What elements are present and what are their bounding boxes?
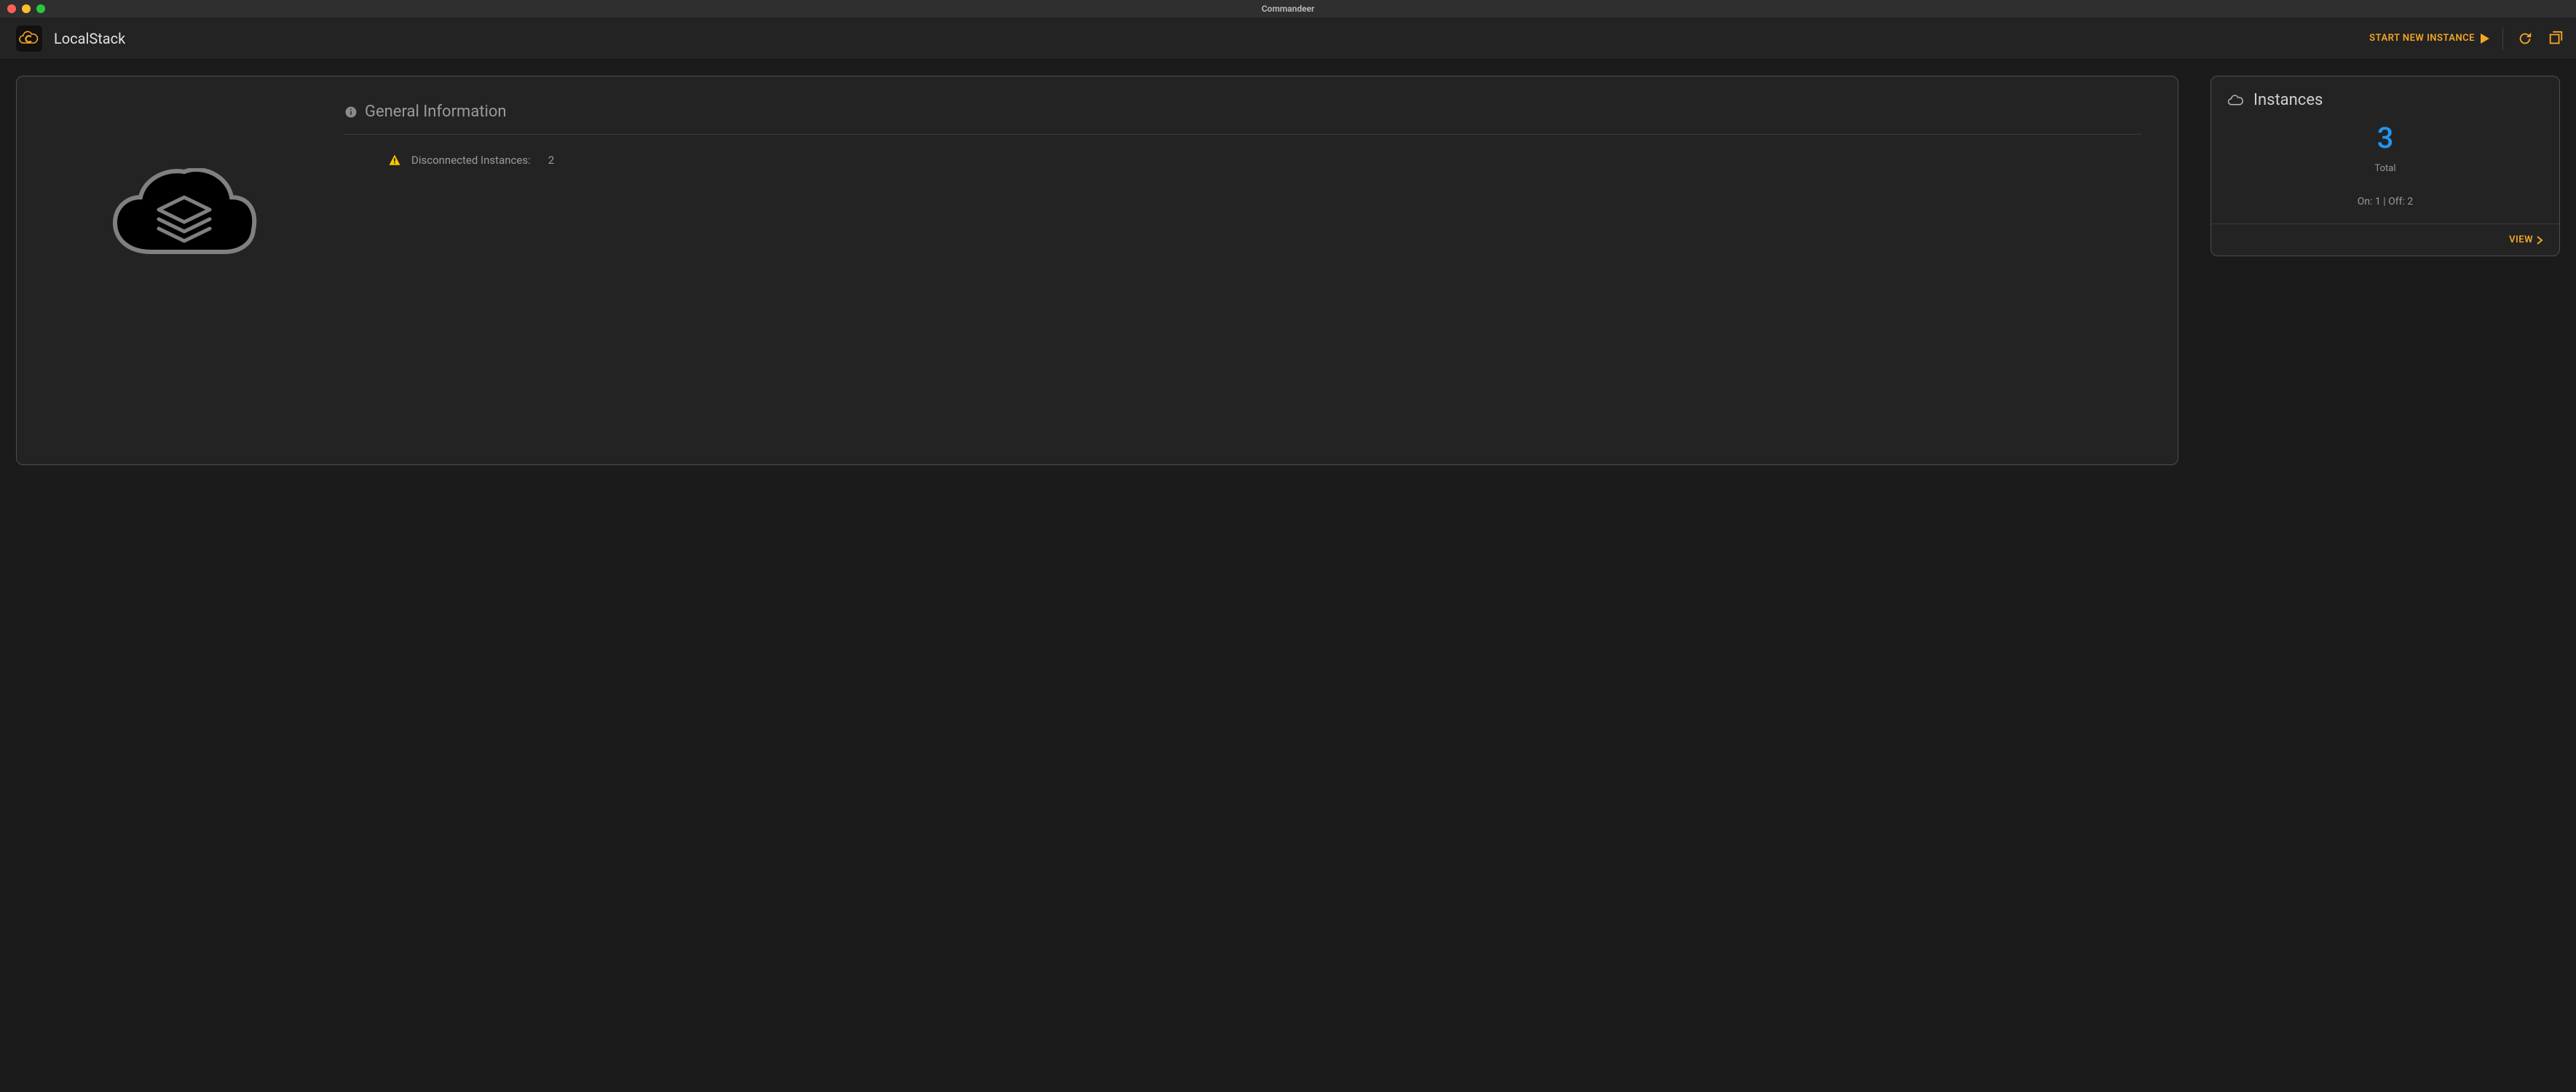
- header-right: START NEW INSTANCE: [2369, 28, 2564, 50]
- instances-view-button[interactable]: VIEW: [2509, 234, 2543, 245]
- maximize-window-button[interactable]: [36, 4, 45, 13]
- instances-panel-body: 3 Total On: 1 | Off: 2: [2211, 109, 2559, 223]
- disconnected-instances-label: Disconnected Instances:: [411, 154, 531, 167]
- window-title: Commandeer: [1262, 4, 1315, 14]
- start-new-instance-button[interactable]: START NEW INSTANCE: [2369, 33, 2489, 44]
- general-information-header: General Information: [344, 103, 2141, 135]
- cloud-stack-icon: [108, 168, 261, 263]
- app-root: Commandeer LocalStack START NEW INSTANCE: [0, 0, 2576, 1092]
- cloud-icon: [2227, 94, 2245, 107]
- play-icon: [2481, 33, 2489, 44]
- general-information-title: General Information: [365, 103, 507, 121]
- instances-status-line: On: 1 | Off: 2: [2227, 196, 2543, 207]
- app-header: LocalStack START NEW INSTANCE: [0, 17, 2576, 60]
- disconnected-instances-row: Disconnected Instances: 2: [344, 135, 2141, 167]
- header-left: LocalStack: [16, 25, 125, 52]
- instances-panel-title: Instances: [2253, 91, 2323, 109]
- instances-panel-footer: VIEW: [2211, 223, 2559, 256]
- library-icon: [2548, 31, 2564, 47]
- minimize-window-button[interactable]: [22, 4, 31, 13]
- page-title: LocalStack: [54, 30, 125, 47]
- service-illustration: [39, 95, 330, 446]
- window-controls: [7, 4, 45, 13]
- library-button[interactable]: [2547, 30, 2564, 47]
- close-window-button[interactable]: [7, 4, 16, 13]
- instances-view-label: VIEW: [2509, 234, 2533, 245]
- warning-icon: [388, 154, 401, 167]
- disconnected-instances-value: 2: [548, 154, 554, 167]
- start-new-instance-label: START NEW INSTANCE: [2369, 33, 2475, 44]
- info-icon: [344, 106, 357, 119]
- instances-total-value: 3: [2227, 124, 2543, 153]
- instances-panel-header: Instances: [2211, 76, 2559, 109]
- refresh-icon: [2517, 31, 2533, 47]
- app-logo-icon: [16, 25, 42, 52]
- refresh-button[interactable]: [2516, 30, 2534, 47]
- general-information-panel: General Information Disconnected Instanc…: [16, 76, 2178, 465]
- content-area: General Information Disconnected Instanc…: [0, 60, 2576, 1092]
- toolbar-separator: [2502, 28, 2503, 50]
- general-information-body: General Information Disconnected Instanc…: [330, 95, 2156, 446]
- chevron-right-icon: [2536, 236, 2543, 245]
- instances-total-label: Total: [2227, 163, 2543, 174]
- window-titlebar: Commandeer: [0, 0, 2576, 17]
- instances-panel: Instances 3 Total On: 1 | Off: 2 VIEW: [2210, 76, 2560, 256]
